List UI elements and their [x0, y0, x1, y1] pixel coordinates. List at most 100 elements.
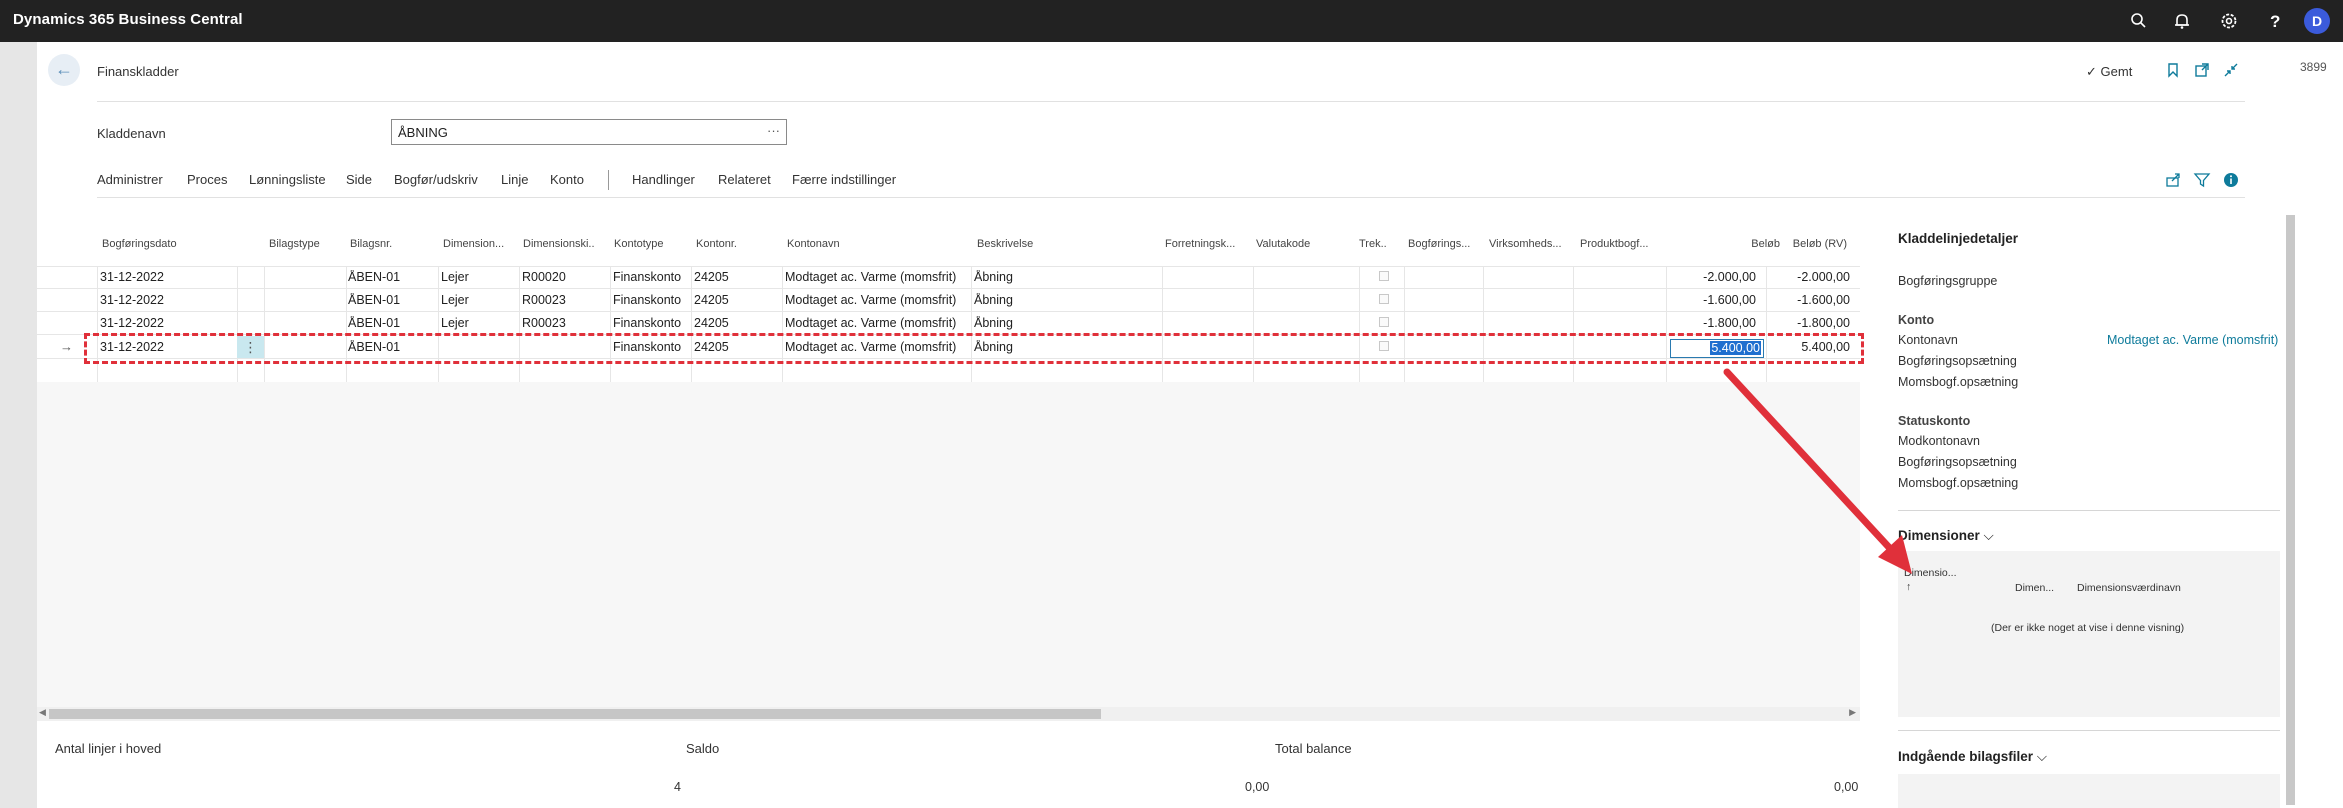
table-cell[interactable]: 31-12-2022 [100, 270, 230, 284]
saldo-label: Saldo [686, 741, 720, 756]
table-cell[interactable]: Finanskonto [613, 316, 693, 330]
header-row-border [37, 244, 1860, 267]
table-row[interactable]: 31-12-2022 ÅBEN-01 Lejer R00023 Finanskonto 2… [37, 289, 1860, 312]
scroll-left-icon[interactable]: ◀ [39, 707, 46, 718]
row-checkbox[interactable] [1379, 294, 1389, 304]
column-separator [1162, 266, 1163, 382]
table-cell[interactable]: -1.600,00 [1672, 293, 1756, 307]
kontonavn-link[interactable]: Modtaget ac. Varme (momsfrit) [2107, 333, 2278, 347]
column-separator [519, 266, 520, 382]
table-cell[interactable]: 24205 [694, 293, 774, 307]
avatar[interactable]: D [2304, 8, 2330, 34]
dim-empty-message: (Der er ikke noget at vise i denne visni… [1991, 622, 2185, 634]
total-balance-label: Total balance [1275, 741, 1352, 756]
action-relateret[interactable]: Relateret [718, 172, 771, 187]
table-cell[interactable]: ÅBEN-01 [348, 270, 438, 284]
table-cell[interactable]: -1.800,00 [1672, 316, 1756, 330]
factbox-pane [1898, 215, 2280, 808]
svg-text:?: ? [2270, 12, 2280, 31]
table-cell[interactable]: Lejer [441, 316, 511, 330]
table-cell[interactable]: R00023 [522, 316, 602, 330]
table-cell[interactable]: -1.600,00 [1764, 293, 1850, 307]
table-row[interactable]: 31-12-2022 ÅBEN-01 Lejer R00023 Finanskonto 2… [37, 312, 1860, 335]
table-cell[interactable]: Modtaget ac. Varme (momsfrit) [785, 316, 975, 330]
table-cell[interactable]: Finanskonto [613, 293, 693, 307]
table-cell[interactable]: Åbning [974, 293, 1154, 307]
table-cell[interactable]: 31-12-2022 [100, 293, 230, 307]
column-separator [971, 266, 972, 382]
horizontal-scrollbar[interactable]: ◀ ▶ [37, 707, 1860, 721]
column-separator [264, 266, 265, 382]
column-separator [1666, 266, 1667, 382]
table-cell[interactable]: -1.800,00 [1764, 316, 1850, 330]
action-divider [97, 197, 2245, 198]
breadcrumb: Finanskladder [97, 64, 179, 79]
action-loenningsliste[interactable]: Lønningsliste [249, 172, 326, 187]
table-cell[interactable]: R00020 [522, 270, 602, 284]
journal-name-label: Kladdenavn [97, 126, 166, 141]
info-icon[interactable] [2222, 171, 2240, 189]
table-cell[interactable]: Modtaget ac. Varme (momsfrit) [785, 270, 975, 284]
row-checkbox[interactable] [1379, 271, 1389, 281]
open-new-window-icon[interactable] [2193, 61, 2211, 79]
table-cell[interactable]: 24205 [694, 316, 774, 330]
factbox-divider-2 [1898, 730, 2280, 731]
bookmark-icon[interactable] [2164, 61, 2182, 79]
search-icon[interactable] [2128, 10, 2150, 32]
gear-icon[interactable] [2218, 10, 2240, 32]
sort-arrow-icon: ↑ [1906, 581, 1912, 593]
journal-name-input[interactable]: ÅBNING ··· [391, 119, 787, 145]
dimensions-title[interactable]: Dimensioner ⌵ [1898, 528, 1994, 544]
incoming-files-title[interactable]: Indgående bilagsfiler ⌵ [1898, 749, 2047, 765]
table-cell[interactable]: Åbning [974, 270, 1154, 284]
right-margin [2295, 42, 2343, 808]
lookup-icon[interactable]: ··· [767, 123, 780, 138]
side-number: 3899 [2300, 60, 2327, 74]
action-bogfoer-udskriv[interactable]: Bogfør/udskriv [394, 172, 478, 187]
action-administrer[interactable]: Administrer [97, 172, 163, 187]
action-linje[interactable]: Linje [501, 172, 528, 187]
dim-col1-header[interactable]: Dimensio... [1904, 567, 1957, 579]
kontonavn-label: Kontonavn [1898, 333, 1958, 347]
lines-count-label: Antal linjer i hoved [55, 741, 162, 756]
table-cell[interactable]: -2.000,00 [1764, 270, 1850, 284]
table-cell[interactable]: 24205 [694, 270, 774, 284]
collapse-icon[interactable] [2222, 61, 2240, 79]
table-cell[interactable]: ÅBEN-01 [348, 316, 438, 330]
dim-col2-header[interactable]: Dimen... [2015, 582, 2054, 594]
table-cell[interactable]: ÅBEN-01 [348, 293, 438, 307]
action-proces[interactable]: Proces [187, 172, 227, 187]
share-icon[interactable] [2164, 171, 2182, 189]
bell-icon[interactable] [2171, 10, 2193, 32]
saved-status: ✓ Gemt [2086, 64, 2132, 80]
saved-label: Gemt [2100, 64, 2133, 79]
table-cell[interactable]: 31-12-2022 [100, 316, 230, 330]
row-checkbox[interactable] [1379, 317, 1389, 327]
top-bar: Dynamics 365 Business Central ? D [0, 0, 2343, 42]
column-separator [346, 266, 347, 382]
table-cell[interactable]: -2.000,00 [1672, 270, 1756, 284]
factbox-scrollbar[interactable] [2286, 215, 2295, 805]
action-konto[interactable]: Konto [550, 172, 584, 187]
action-faerre-indstillinger[interactable]: Færre indstillinger [792, 172, 896, 187]
help-icon[interactable]: ? [2264, 10, 2286, 32]
table-row[interactable]: 31-12-2022 ÅBEN-01 Lejer R00020 Finanskonto 2… [37, 266, 1860, 289]
action-side[interactable]: Side [346, 172, 372, 187]
arrow-left-icon: ← [55, 59, 73, 79]
table-cell[interactable]: Åbning [974, 316, 1154, 330]
table-cell[interactable]: Modtaget ac. Varme (momsfrit) [785, 293, 975, 307]
scroll-right-icon[interactable]: ▶ [1849, 707, 1856, 718]
filter-icon[interactable] [2193, 171, 2211, 189]
status-bogf-label: Bogføringsopsætning [1898, 455, 2017, 469]
table-cell[interactable]: R00023 [522, 293, 602, 307]
dim-col3-header[interactable]: Dimensionsværdinavn [2077, 582, 2181, 594]
table-cell[interactable]: Lejer [441, 293, 511, 307]
table-cell[interactable]: Lejer [441, 270, 511, 284]
app-title[interactable]: Dynamics 365 Business Central [13, 11, 243, 28]
scrollbar-thumb[interactable] [49, 709, 1101, 719]
action-handlinger[interactable]: Handlinger [632, 172, 695, 187]
grid-empty-area [37, 382, 1860, 707]
table-cell[interactable]: Finanskonto [613, 270, 693, 284]
column-separator [1253, 266, 1254, 382]
back-button[interactable]: ← [48, 54, 80, 86]
